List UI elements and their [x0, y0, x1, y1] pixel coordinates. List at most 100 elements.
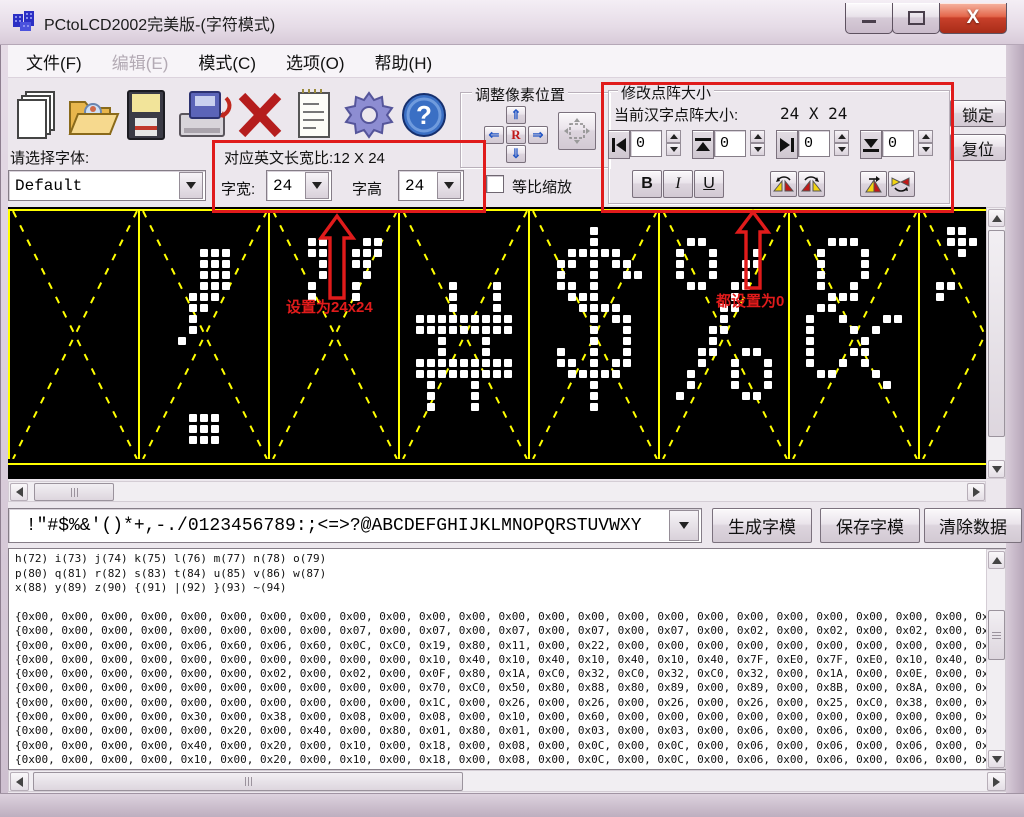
minimize-button[interactable] [845, 3, 893, 34]
open-button[interactable] [66, 88, 118, 142]
lock-button[interactable]: 锁定 [950, 100, 1006, 127]
char-width-combo[interactable]: 24 [266, 170, 332, 201]
lcd-dot [438, 315, 446, 323]
char-width-dropdown[interactable] [305, 172, 329, 199]
pixel-up-button[interactable]: ⇑ [506, 106, 526, 124]
lcd-vscroll-thumb[interactable] [988, 230, 1005, 437]
reset-button[interactable]: 复位 [950, 134, 1006, 161]
char-height-combo[interactable]: 24 [398, 170, 464, 201]
lcd-vscrollbar[interactable] [986, 207, 1006, 479]
lcd-dot [839, 359, 847, 367]
charset-dropdown[interactable] [669, 510, 699, 541]
output-hscroll-thumb[interactable] [33, 772, 463, 791]
lcd-cell-0[interactable] [8, 211, 138, 459]
scroll-up-button[interactable] [988, 551, 1005, 569]
help-button[interactable]: ? [400, 88, 452, 142]
flip-vertical-button[interactable] [860, 171, 887, 197]
pixel-reset-label: R [511, 127, 520, 143]
rotate-right-button[interactable] [798, 171, 825, 197]
trim-right-spinner[interactable] [834, 130, 849, 157]
clear-data-button[interactable]: 清除数据 [924, 508, 1022, 543]
trim-top-spinner[interactable] [750, 130, 765, 157]
rotate-left-button[interactable] [770, 171, 797, 197]
save-font-button[interactable]: 保存字模 [820, 508, 920, 543]
scroll-left-button[interactable] [10, 772, 29, 791]
lcd-dot [504, 315, 512, 323]
pixel-reset-button[interactable]: R [506, 126, 526, 144]
pixel-down-button[interactable]: ⇓ [506, 145, 526, 163]
scroll-right-button[interactable] [967, 483, 985, 501]
save-button[interactable] [122, 88, 174, 142]
scroll-left-button[interactable] [10, 483, 28, 501]
generate-button[interactable]: 生成字模 [712, 508, 812, 543]
report-button[interactable] [294, 88, 346, 142]
maximize-icon [908, 11, 925, 25]
output-vscroll-thumb[interactable] [988, 610, 1005, 660]
lcd-cell-3[interactable] [398, 211, 528, 459]
lcd-hscroll-thumb[interactable] [34, 483, 114, 501]
trim-bottom-button[interactable] [860, 130, 882, 159]
scroll-right-icon [973, 487, 980, 497]
output-vscrollbar[interactable] [986, 549, 1006, 769]
menu-help[interactable]: 帮助(H) [375, 49, 433, 74]
lcd-cell-4[interactable] [528, 211, 658, 459]
title-bar[interactable]: PCtoLCD2002完美版-(字符模式) X [0, 0, 1024, 45]
trim-left-spinner[interactable] [666, 130, 681, 157]
lcd-dot [222, 249, 230, 257]
output-area[interactable]: h(72) i(73) j(74) k(75) l(76) m(77) n(78… [8, 548, 1006, 770]
scroll-down-button[interactable] [988, 460, 1005, 478]
save-as-button[interactable] [176, 88, 228, 142]
font-select-combo[interactable]: Default [8, 170, 206, 201]
menu-mode[interactable]: 模式(C) [198, 49, 256, 74]
char-height-dropdown[interactable] [437, 172, 461, 199]
scale-checkbox[interactable] [486, 175, 504, 193]
lcd-dot [958, 238, 966, 246]
lcd-cell-1[interactable] [138, 211, 268, 459]
output-hscrollbar[interactable] [8, 770, 1006, 792]
lcd-dot [958, 249, 966, 257]
charset-combo[interactable]: !"#$%&'()*+,-./0123456789:;<=>?@ABCDEFGH… [8, 508, 702, 543]
lcd-dot [861, 249, 869, 257]
italic-button[interactable]: I [663, 170, 693, 198]
lcd-dot [590, 403, 598, 411]
lcd-dot [493, 359, 501, 367]
scroll-up-button[interactable] [988, 209, 1005, 227]
lcd-dot [568, 249, 576, 257]
scroll-down-button[interactable] [988, 750, 1005, 768]
lcd-dot [742, 392, 750, 400]
new-button[interactable] [12, 88, 64, 142]
scroll-right-button[interactable] [987, 772, 1006, 791]
delete-button[interactable] [236, 88, 288, 142]
lcd-dot [839, 293, 847, 301]
trim-top-input[interactable] [714, 130, 746, 157]
lcd-cell-7[interactable] [918, 211, 986, 459]
trim-left-input[interactable] [630, 130, 662, 157]
font-select-dropdown[interactable] [179, 172, 203, 199]
pixel-center-button[interactable] [558, 112, 596, 150]
trim-right-button[interactable] [776, 130, 798, 159]
pixel-left-button[interactable]: ⇐ [484, 126, 504, 144]
pixel-right-button[interactable]: ⇒ [528, 126, 548, 144]
lcd-dot [623, 326, 631, 334]
lcd-dot [504, 370, 512, 378]
underline-button[interactable]: U [694, 170, 724, 198]
lcd-dot [623, 337, 631, 345]
lcd-cell-6[interactable] [788, 211, 918, 459]
lcd-dot [438, 370, 446, 378]
trim-bottom-spinner[interactable] [918, 130, 933, 157]
settings-button[interactable] [344, 88, 396, 142]
trim-bottom-input[interactable] [882, 130, 914, 157]
lcd-preview[interactable] [8, 207, 986, 479]
menu-file[interactable]: 文件(F) [26, 49, 82, 74]
bold-button[interactable]: B [632, 170, 662, 198]
scroll-left-icon [16, 777, 23, 787]
maximize-button[interactable] [892, 3, 940, 34]
chevron-down-icon [312, 182, 322, 189]
close-button[interactable]: X [939, 3, 1007, 34]
trim-top-button[interactable] [692, 130, 714, 159]
lcd-hscrollbar[interactable] [8, 481, 986, 502]
trim-left-button[interactable] [608, 130, 630, 159]
menu-options[interactable]: 选项(O) [286, 49, 345, 74]
trim-right-input[interactable] [798, 130, 830, 157]
flip-horizontal-button[interactable] [888, 171, 915, 197]
